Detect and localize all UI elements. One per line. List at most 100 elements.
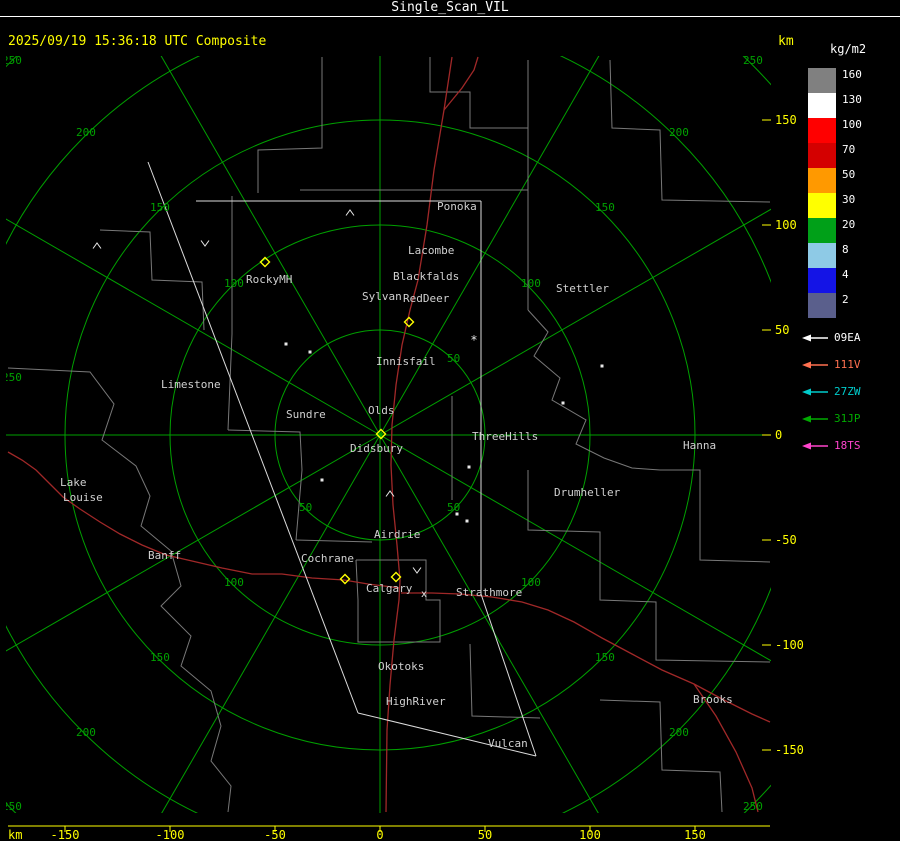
radar-site-arrow-icon <box>802 334 828 341</box>
scale-color-swatch <box>808 68 836 93</box>
city-label: Stettler <box>556 282 609 295</box>
radar-site-entry: 111V <box>800 351 900 378</box>
city-label: Sylvan <box>362 290 402 303</box>
range-ring <box>6 56 771 813</box>
town-marker-caret-down-icon <box>412 567 422 574</box>
city-label: Didsbury <box>350 442 403 455</box>
radar-site-legend: 09EA 111V 27ZW 31JP 18TS <box>800 324 900 459</box>
city-label: Innisfail <box>376 355 436 368</box>
radar-site-arrow-icon <box>802 442 828 449</box>
radar-site-entry: 18TS <box>800 432 900 459</box>
azimuth-spoke <box>379 434 771 662</box>
town-marker-dot <box>308 350 312 354</box>
scale-entry: 20 <box>800 218 900 243</box>
ring-distance-label: 150 <box>150 651 170 664</box>
city-label: Drumheller <box>554 486 621 499</box>
scale-entry: 8 <box>800 243 900 268</box>
town-marker-dot <box>320 478 324 482</box>
city-label: Lake <box>60 476 87 489</box>
radar-site-arrow-icon <box>802 361 828 368</box>
city-label: Ponoka <box>437 200 477 213</box>
county-boundary <box>295 539 373 543</box>
ring-distance-label: 250 <box>2 54 22 67</box>
ring-distance-label: 250 <box>743 54 763 67</box>
county-boundary <box>660 469 771 563</box>
ring-distance-label: 50 <box>447 501 460 514</box>
ring-distance-label: 200 <box>76 726 96 739</box>
city-label: Lacombe <box>408 244 454 257</box>
city-label: RedDeer <box>403 292 450 305</box>
ring-distance-label: 100 <box>521 277 541 290</box>
city-label: Hanna <box>683 439 716 452</box>
bottom-axis-label: 150 <box>684 828 706 841</box>
town-marker-caret-up-icon <box>92 242 102 249</box>
scale-color-swatch <box>808 193 836 218</box>
city-label: Okotoks <box>378 660 424 673</box>
city-label: ThreeHills <box>472 430 538 443</box>
radar-map-display[interactable]: 250200150100 1001502002501001502002501001… <box>0 0 900 841</box>
scale-value-label: 8 <box>842 243 849 256</box>
scale-value-label: 160 <box>842 68 862 81</box>
town-marker-dot <box>561 401 565 405</box>
city-label: Brooks <box>693 693 733 706</box>
right-axis-label: 50 <box>775 323 789 337</box>
ring-distance-label: 100 <box>521 576 541 589</box>
city-label: Blackfalds <box>393 270 459 283</box>
scale-color-swatch <box>808 293 836 318</box>
county-boundary <box>609 59 771 203</box>
right-axis-label: -100 <box>775 638 804 652</box>
city-label: Cochrane <box>301 552 354 565</box>
scale-color-swatch <box>808 93 836 118</box>
ring-distance-label: 250 <box>2 800 22 813</box>
town-marker-caret-down-icon <box>200 240 210 247</box>
city-label: Banff <box>148 549 181 562</box>
scale-entry: 2 <box>800 293 900 318</box>
city-label: Airdrie <box>374 528 420 541</box>
town-marker-dot <box>467 465 471 469</box>
scale-color-swatch <box>808 168 836 193</box>
town-marker-dot <box>600 364 604 368</box>
bottom-axis-label: -150 <box>51 828 80 841</box>
radar-site-id: 09EA <box>834 331 861 344</box>
scale-entry: 4 <box>800 268 900 293</box>
city-label: Sundre <box>286 408 326 421</box>
county-boundary <box>227 196 233 431</box>
town-marker-asterisk-icon: * <box>470 333 477 347</box>
vil-color-scale: 160 130 100 70 50 30 20 8 4 2 <box>800 68 900 318</box>
azimuth-spoke <box>379 56 600 436</box>
ring-distance-label: 200 <box>76 126 96 139</box>
ring-distance-label: 50 <box>447 352 460 365</box>
radar-site-id: 27ZW <box>834 385 861 398</box>
scale-value-label: 50 <box>842 168 856 181</box>
legend-unit-label: kg/m2 <box>830 42 867 56</box>
bottom-axis-label: 0 <box>376 828 383 841</box>
radar-site-arrow-icon <box>802 388 828 395</box>
scale-color-swatch <box>808 268 836 293</box>
ring-distance-label: 100 <box>224 277 244 290</box>
ring-distance-label: 200 <box>669 126 689 139</box>
county-boundary <box>527 309 661 471</box>
scale-color-swatch <box>808 143 836 168</box>
county-boundary <box>355 559 441 643</box>
ring-distance-label: 150 <box>595 651 615 664</box>
scale-value-label: 70 <box>842 143 856 156</box>
ring-distance-label: 150 <box>595 201 615 214</box>
city-diamond-icon <box>339 573 351 585</box>
city-label: RockyMH <box>246 273 292 286</box>
town-marker-dot <box>465 519 469 523</box>
town-marker-dot <box>455 512 459 516</box>
radar-coverage-outline <box>480 593 537 757</box>
scale-entry: 160 <box>800 68 900 93</box>
radar-coverage-outline <box>147 161 359 714</box>
bottom-axis-label: -50 <box>264 828 286 841</box>
scale-entry: 50 <box>800 168 900 193</box>
right-axis-label: -50 <box>775 533 797 547</box>
scale-value-label: 100 <box>842 118 862 131</box>
county-boundary <box>227 429 303 541</box>
azimuth-spoke <box>160 56 381 436</box>
ring-distance-label: 150 <box>150 201 170 214</box>
bottom-axis-label: 100 <box>579 828 601 841</box>
city-label: Vulcan <box>488 737 528 750</box>
scale-color-swatch <box>808 218 836 243</box>
city-label: Olds <box>368 404 395 417</box>
